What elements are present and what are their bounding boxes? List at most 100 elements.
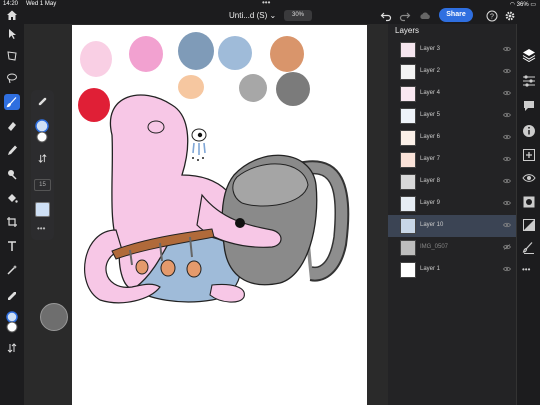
- zoom-level[interactable]: 30%: [284, 10, 312, 21]
- eyedropper-tool[interactable]: [4, 288, 20, 304]
- layer-row[interactable]: Layer 7: [388, 149, 516, 171]
- brush-preview-circle[interactable]: [40, 303, 68, 331]
- redo-icon[interactable]: [399, 10, 411, 22]
- layer-row[interactable]: Layer 8: [388, 171, 516, 193]
- blend-mode-icon[interactable]: [522, 218, 536, 232]
- comments-icon[interactable]: [522, 99, 536, 113]
- palette-swatch: [178, 32, 214, 70]
- layer-row[interactable]: Layer 6: [388, 127, 516, 149]
- visibility-eye-icon[interactable]: [503, 68, 511, 74]
- lasso-icon: [7, 73, 17, 84]
- drawing-canvas[interactable]: [72, 25, 367, 405]
- help-icon[interactable]: ?: [486, 10, 498, 22]
- black-dot: [235, 218, 245, 228]
- color-swatches-icon[interactable]: [5, 311, 19, 333]
- top-bar: Unti...d (S) ⌄ 30% Share ?: [0, 8, 540, 24]
- visibility-eye-icon[interactable]: [503, 112, 511, 118]
- magic-icon: [7, 265, 17, 275]
- layer-row[interactable]: IMG_0507: [388, 237, 516, 259]
- layer-row[interactable]: Layer 3: [388, 39, 516, 61]
- visibility-eye-icon[interactable]: [503, 266, 511, 272]
- settings-gear-icon[interactable]: [504, 10, 516, 22]
- layer-thumbnail: [400, 218, 416, 234]
- share-button[interactable]: Share: [439, 8, 473, 22]
- brush-tool[interactable]: [4, 94, 20, 110]
- more-options-icon[interactable]: •••: [37, 224, 45, 233]
- transform-icon: [7, 51, 17, 61]
- hidden-eye-icon[interactable]: [503, 244, 511, 250]
- visibility-eye-icon[interactable]: [503, 156, 511, 162]
- layer-row[interactable]: Layer 2: [388, 61, 516, 83]
- adjustments-sliders-icon[interactable]: [522, 74, 536, 88]
- more-icon[interactable]: •••: [522, 265, 530, 274]
- layer-row[interactable]: Layer 10: [388, 215, 516, 237]
- layer-row[interactable]: Layer 4: [388, 83, 516, 105]
- text-tool[interactable]: [4, 238, 20, 254]
- cloud-icon[interactable]: [419, 10, 431, 22]
- layer-thumbnail: [400, 196, 416, 212]
- lasso-tool[interactable]: [4, 70, 20, 86]
- visibility-eye-icon[interactable]: [503, 134, 511, 140]
- visibility-eye-icon[interactable]: [503, 46, 511, 52]
- palette-swatch: [239, 74, 267, 102]
- layer-thumbnail: [400, 240, 416, 256]
- layer-row[interactable]: Layer 1: [388, 259, 516, 281]
- layer-name: IMG_0507: [420, 244, 449, 250]
- transform-tool[interactable]: [4, 48, 20, 64]
- layer-thumbnail: [400, 262, 416, 278]
- fill-tool[interactable]: [4, 190, 20, 206]
- eraser-tool[interactable]: [4, 118, 20, 134]
- brush-size-field[interactable]: 15: [34, 179, 51, 191]
- move-tool[interactable]: [4, 26, 20, 42]
- info-icon[interactable]: [522, 124, 536, 138]
- document-title-text: Unti...d (S): [229, 11, 268, 20]
- paint-bucket-icon: [8, 194, 18, 203]
- status-time: 14:20: [3, 1, 19, 7]
- multitasking-dots-icon[interactable]: •••: [262, 0, 270, 7]
- document-title[interactable]: Unti...d (S) ⌄: [229, 11, 276, 20]
- select-arrow-icon: [9, 29, 16, 39]
- visibility-eye-icon[interactable]: [522, 171, 536, 185]
- visibility-eye-icon[interactable]: [503, 222, 511, 228]
- coin-bag: [160, 259, 176, 277]
- layer-name: Layer 6: [420, 134, 441, 140]
- right-toolbar: •••: [516, 24, 540, 405]
- text-icon: [8, 241, 16, 251]
- adjustments-tool[interactable]: [4, 262, 20, 278]
- visibility-eye-icon[interactable]: [503, 90, 511, 96]
- visibility-eye-icon[interactable]: [503, 178, 511, 184]
- home-icon[interactable]: [6, 9, 18, 21]
- visibility-eye-icon[interactable]: [503, 200, 511, 206]
- creature-ear: [147, 120, 165, 134]
- smudge-tool[interactable]: [4, 142, 20, 158]
- palette-swatch: [270, 36, 304, 72]
- layer-thumbnail: [400, 130, 416, 146]
- brush-icon: [6, 97, 17, 108]
- brush-color-swatch[interactable]: [35, 202, 50, 217]
- layer-row[interactable]: Layer 5: [388, 105, 516, 127]
- layer-thumbnail: [400, 152, 416, 168]
- layer-thumbnail: [400, 64, 416, 80]
- svg-text:?: ?: [490, 14, 494, 21]
- undo-icon[interactable]: [380, 10, 392, 22]
- artwork: [78, 32, 350, 304]
- color-swatches-icon[interactable]: [34, 118, 50, 144]
- swap-colors-icon[interactable]: [37, 153, 48, 164]
- fill-brush-icon[interactable]: [522, 241, 536, 255]
- mask-icon[interactable]: [522, 195, 536, 209]
- layer-name: Layer 2: [420, 68, 441, 74]
- layers-icon[interactable]: [522, 48, 536, 62]
- layer-thumbnail: [400, 42, 416, 58]
- add-layer-icon[interactable]: [522, 148, 536, 162]
- layer-name: Layer 10: [420, 222, 444, 228]
- clone-tool[interactable]: [4, 166, 20, 182]
- smudge-icon: [8, 145, 17, 155]
- eraser-icon: [8, 122, 16, 131]
- eyedropper-icon[interactable]: [37, 96, 48, 107]
- layer-row[interactable]: Layer 9: [388, 193, 516, 215]
- crop-tool[interactable]: [4, 214, 20, 230]
- swap-colors-icon[interactable]: [6, 342, 18, 354]
- brush-options-panel: 15 •••: [31, 90, 54, 240]
- layer-name: Layer 7: [420, 156, 441, 162]
- layer-name: Layer 5: [420, 112, 441, 118]
